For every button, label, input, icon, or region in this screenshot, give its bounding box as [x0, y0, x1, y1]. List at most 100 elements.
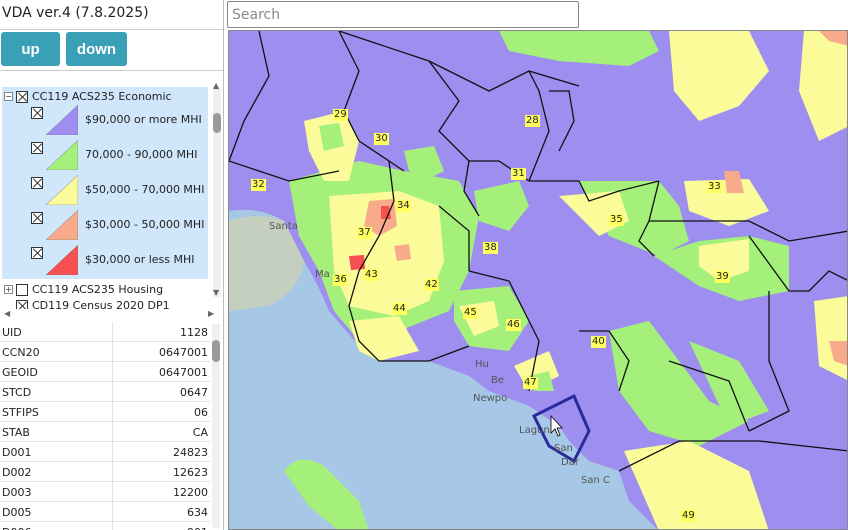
- properties-table: UID 1128 CCN20 0647001 GEOID 0647001 STCD 0647 S…: [0, 322, 223, 530]
- down-button[interactable]: down: [66, 32, 127, 66]
- divider: [112, 322, 113, 342]
- district-label[interactable]: 32: [251, 179, 266, 191]
- legend-swatch-50k-icon: [46, 175, 78, 205]
- divider: [112, 342, 113, 362]
- property-row[interactable]: CCN20 0647001: [0, 342, 210, 362]
- district-label[interactable]: 40: [591, 336, 606, 348]
- legend-label: 70,000 - 90,000 MHI: [85, 148, 198, 161]
- place-label: San: [554, 443, 573, 454]
- property-key: D006: [2, 526, 31, 530]
- district-label[interactable]: 42: [424, 279, 439, 291]
- property-value: CA: [192, 426, 208, 439]
- layer-checkbox[interactable]: [16, 299, 28, 309]
- divider: [112, 422, 113, 442]
- property-value: 06: [194, 406, 208, 419]
- place-label: San C: [581, 475, 610, 486]
- property-key: CCN20: [2, 346, 40, 359]
- district-label[interactable]: 45: [463, 307, 478, 319]
- district-label[interactable]: 36: [333, 274, 348, 286]
- district-label[interactable]: 31: [511, 168, 526, 180]
- layer-label: CC119 ACS235 Economic: [32, 90, 172, 103]
- district-label[interactable]: 43: [364, 269, 379, 281]
- district-label[interactable]: 28: [525, 115, 540, 127]
- layer-row-housing[interactable]: + CC119 ACS235 Housing: [4, 283, 163, 296]
- property-row[interactable]: UID 1128: [0, 322, 210, 342]
- district-label[interactable]: 44: [392, 303, 407, 315]
- place-label: Dar: [561, 457, 579, 468]
- district-label[interactable]: 47: [523, 377, 538, 389]
- property-value: 12200: [173, 486, 208, 499]
- property-value: 0647001: [159, 346, 208, 359]
- district-label[interactable]: 39: [715, 271, 730, 283]
- district-label[interactable]: 33: [707, 181, 722, 193]
- district-label[interactable]: 30: [374, 133, 389, 145]
- property-value: 901: [187, 526, 208, 530]
- scroll-up-icon[interactable]: ▲: [213, 83, 219, 90]
- property-row[interactable]: D006 901: [0, 522, 210, 530]
- place-label: Be: [491, 375, 505, 386]
- divider: [112, 482, 113, 502]
- property-key: D003: [2, 486, 32, 499]
- legend-label: $90,000 or more MHI: [85, 113, 202, 126]
- property-key: STFIPS: [2, 406, 39, 419]
- place-label: Newpo: [473, 393, 508, 404]
- legend-swatch-90k-icon: [46, 105, 78, 135]
- legend-checkbox[interactable]: [31, 177, 43, 189]
- property-row[interactable]: D005 634: [0, 502, 210, 522]
- property-key: D001: [2, 446, 32, 459]
- property-value: 0647001: [159, 366, 208, 379]
- collapse-icon[interactable]: −: [4, 92, 13, 101]
- legend-label: $30,000 - 50,000 MHI: [85, 218, 205, 231]
- tree-scrollbar[interactable]: [213, 87, 221, 297]
- district-label[interactable]: 35: [609, 214, 624, 226]
- scroll-thumb[interactable]: [213, 113, 221, 133]
- district-label[interactable]: 46: [506, 319, 521, 331]
- scroll-down-icon[interactable]: ▼: [213, 288, 219, 297]
- district-label[interactable]: 49: [681, 510, 696, 522]
- property-row[interactable]: GEOID 0647001: [0, 362, 210, 382]
- property-key: D005: [2, 506, 32, 519]
- district-label[interactable]: 29: [333, 109, 348, 121]
- place-label: Lagun: [519, 425, 550, 436]
- divider: [0, 70, 223, 71]
- app-window: VDA ver.4 (7.8.2025) up down − CC119 ACS…: [0, 0, 848, 530]
- scroll-right-icon[interactable]: ▶: [208, 309, 214, 318]
- layer-checkbox[interactable]: [16, 90, 28, 103]
- property-row[interactable]: D001 24823: [0, 442, 210, 462]
- property-value: 634: [187, 506, 208, 519]
- property-row[interactable]: STCD 0647: [0, 382, 210, 402]
- property-row[interactable]: D002 12623: [0, 462, 210, 482]
- left-panel: VDA ver.4 (7.8.2025) up down − CC119 ACS…: [0, 0, 224, 530]
- legend-checkbox[interactable]: [31, 142, 43, 154]
- place-label: Hu: [475, 359, 489, 370]
- property-value: 24823: [173, 446, 208, 459]
- district-label[interactable]: 38: [483, 242, 498, 254]
- place-label: Santa: [269, 221, 298, 232]
- property-row[interactable]: STFIPS 06: [0, 402, 210, 422]
- layer-tree: − CC119 ACS235 Economic $90,000 or more …: [0, 83, 223, 309]
- district-label[interactable]: 34: [396, 200, 411, 212]
- expand-icon[interactable]: +: [4, 285, 13, 294]
- properties-scrollbar[interactable]: [212, 324, 220, 528]
- property-value: 12623: [173, 466, 208, 479]
- property-row[interactable]: STAB CA: [0, 422, 210, 442]
- legend-checkbox[interactable]: [31, 212, 43, 224]
- property-row[interactable]: D003 12200: [0, 482, 210, 502]
- legend-checkbox[interactable]: [31, 107, 43, 119]
- property-key: GEOID: [2, 366, 38, 379]
- legend-checkbox[interactable]: [31, 247, 43, 259]
- map-canvas[interactable]: [229, 31, 848, 530]
- scroll-left-icon[interactable]: ◀: [4, 309, 10, 318]
- place-label: Ma: [315, 269, 330, 280]
- search-input[interactable]: [227, 1, 579, 28]
- map-view[interactable]: 29 28 30 32 31 33 34 35 37 38 36 43 42 3…: [228, 30, 848, 530]
- divider: [112, 382, 113, 402]
- divider: [112, 522, 113, 530]
- layer-checkbox[interactable]: [16, 283, 28, 296]
- up-button[interactable]: up: [1, 32, 60, 66]
- layer-row-dp1[interactable]: CD119 Census 2020 DP1: [16, 299, 170, 309]
- scroll-thumb[interactable]: [212, 340, 220, 362]
- layer-label: CD119 Census 2020 DP1: [32, 299, 170, 309]
- district-label[interactable]: 37: [357, 227, 372, 239]
- layer-row-economic[interactable]: − CC119 ACS235 Economic: [4, 90, 172, 103]
